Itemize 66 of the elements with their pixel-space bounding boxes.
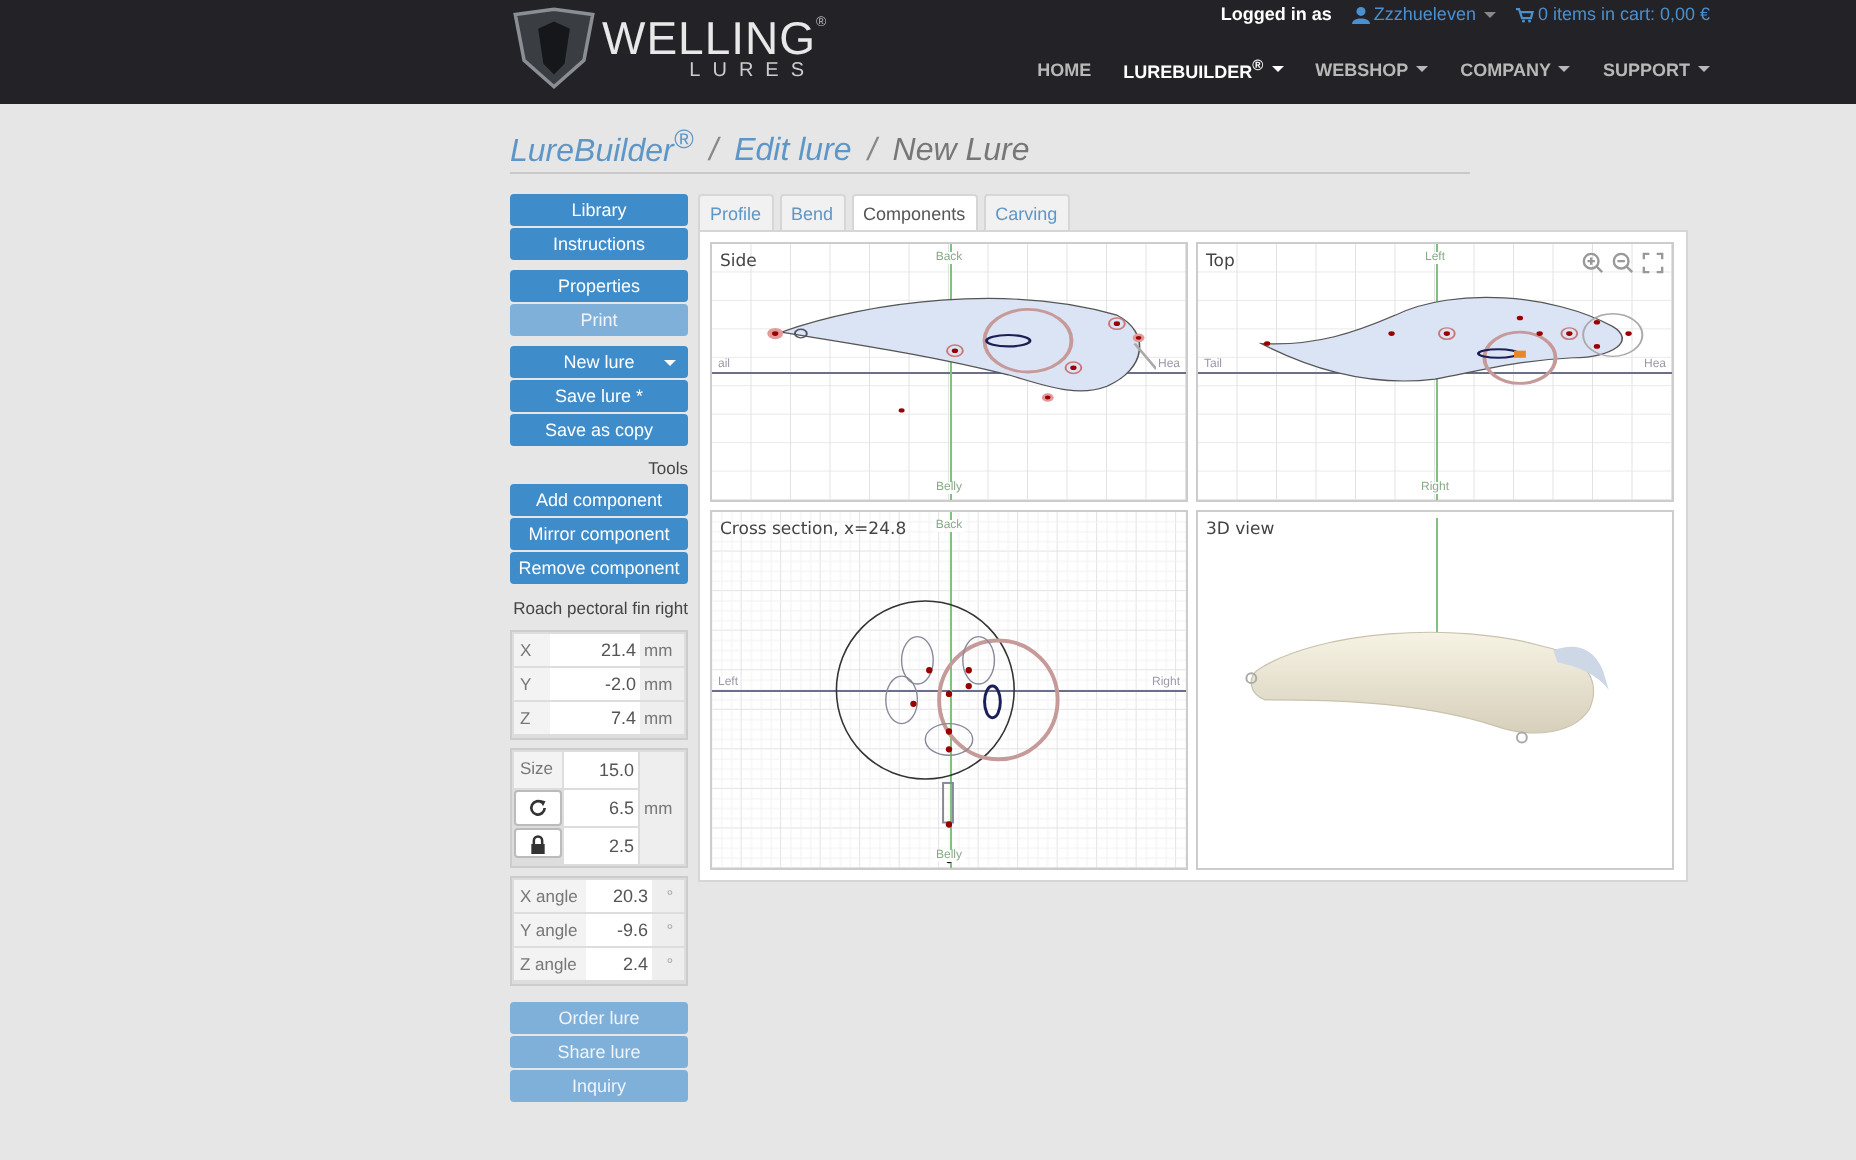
breadcrumb-separator: / — [709, 134, 719, 171]
caret-icon — [1698, 66, 1710, 72]
number-input[interactable]: 2.5 — [564, 828, 638, 865]
breadcrumb-separator: / — [867, 134, 877, 171]
unit-label: mm — [640, 752, 684, 865]
number-input[interactable]: -9.6 — [586, 914, 652, 947]
tools-heading: Tools — [646, 458, 688, 479]
view-title: Top — [1206, 252, 1235, 273]
sidebar-button[interactable]: New lure — [510, 346, 688, 379]
number-input[interactable]: 7.4 — [550, 702, 640, 735]
sidebar-button[interactable]: Library — [510, 194, 688, 227]
rotate-icon[interactable] — [514, 790, 562, 827]
caret-icon — [664, 360, 676, 367]
field-label: Y — [514, 668, 550, 701]
unit-label: mm — [640, 634, 684, 667]
tool-button[interactable]: Remove component — [510, 552, 688, 585]
nav-item[interactable]: HOME — [1037, 56, 1092, 82]
caret-icon — [1271, 66, 1284, 72]
cart-link[interactable]: 0 items in cart: 0,00 € — [1515, 4, 1710, 24]
component-name: Roach pectoral fin right — [511, 596, 688, 623]
logo-text: WELLING — [602, 15, 817, 61]
unit-label: ° — [652, 914, 684, 947]
unit-label: ° — [652, 880, 684, 913]
view-title: Side — [720, 252, 757, 273]
user-menu-link[interactable]: Zzzhueleven — [1351, 4, 1496, 24]
tool-button[interactable]: Add component — [510, 484, 688, 517]
user-icon — [1351, 5, 1370, 23]
field-label: Z angle — [514, 948, 586, 981]
logged-in-label: Logged in as — [1220, 4, 1332, 24]
viewport[interactable]: 3D view — [1196, 510, 1674, 871]
page-title: New Lure — [892, 134, 1030, 171]
tab[interactable]: Components — [851, 194, 978, 231]
number-input[interactable]: 20.3 — [586, 880, 652, 913]
sidebar-button[interactable]: Save lure * — [510, 380, 688, 413]
number-input[interactable]: 2.4 — [586, 948, 652, 981]
caret-icon — [1558, 66, 1571, 72]
unit-label: ° — [652, 948, 684, 981]
fullscreen-icon[interactable] — [1642, 252, 1664, 275]
number-input[interactable]: 6.5 — [564, 790, 638, 827]
view-title: Cross section, x=24.8 — [720, 520, 907, 541]
nav-item[interactable]: SUPPORT — [1602, 56, 1710, 82]
unit-label: mm — [640, 702, 684, 735]
field-label: Z — [514, 702, 550, 735]
field-label: Size — [514, 752, 562, 789]
number-input[interactable]: -2.0 — [550, 668, 640, 701]
field-label: X — [514, 634, 550, 667]
sidebar-button[interactable]: Properties — [510, 270, 688, 303]
zoom-out-icon[interactable] — [1612, 252, 1634, 275]
shield-icon — [510, 6, 598, 90]
lock-icon[interactable] — [514, 828, 562, 859]
caret-icon — [1416, 66, 1429, 72]
nav-item[interactable]: WEBSHOP — [1315, 56, 1429, 82]
sidebar-button[interactable]: Instructions — [510, 228, 688, 261]
zoom-in-icon[interactable] — [1582, 252, 1604, 275]
cart-icon — [1515, 5, 1534, 23]
field-label: X angle — [514, 880, 586, 913]
view-title: 3D view — [1206, 520, 1275, 541]
tool-button[interactable]: Mirror component — [510, 518, 688, 551]
sidebar-button[interactable]: Save as copy — [510, 414, 688, 447]
unit-label: mm — [640, 668, 684, 701]
field-label: Y angle — [514, 914, 586, 947]
number-input[interactable]: 15.0 — [564, 752, 638, 789]
nav-item[interactable]: LUREBUILDER$^{®}$ — [1123, 56, 1284, 82]
nav-item[interactable]: COMPANY — [1460, 56, 1571, 82]
number-input[interactable]: 21.4 — [550, 634, 640, 667]
logo-subtitle: LURES — [687, 61, 817, 81]
